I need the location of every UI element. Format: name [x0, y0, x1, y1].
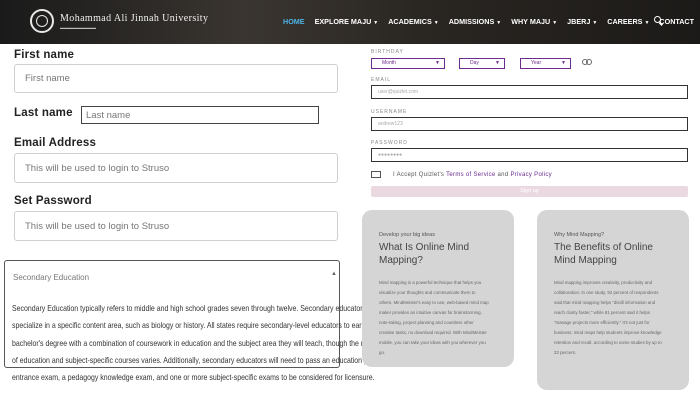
- university-name: Mohammad Ali Jinnah University: [60, 12, 209, 24]
- username-input[interactable]: andrew123: [371, 117, 688, 131]
- signup-email-label: EMAIL: [371, 77, 392, 83]
- email-label: Email Address: [14, 137, 97, 149]
- menu-item-label: HOME: [283, 17, 305, 26]
- menu-item-explore-maju[interactable]: EXPLORE MAJU ▼: [315, 17, 379, 26]
- year-select[interactable]: Year ▼: [520, 58, 571, 69]
- last-name-input[interactable]: Last name: [81, 106, 319, 124]
- menu-item-admissions[interactable]: ADMISSIONS ▼: [449, 17, 501, 26]
- main-menu: HOME EXPLORE MAJU ▼ ACADEMICS ▼ ADMISSIONS ▼ WH…: [283, 17, 700, 26]
- password-label: Set Password: [14, 195, 92, 207]
- first-name-input[interactable]: First name: [14, 64, 338, 93]
- terms-link[interactable]: Terms of Service: [446, 172, 495, 178]
- accept-terms-text: I Accept Quizlet's Terms of Service and …: [393, 172, 552, 178]
- accept-terms-checkbox[interactable]: [371, 171, 381, 178]
- accordion-body-line: bachelor's degree with a combination of …: [12, 338, 385, 348]
- menu-item-home[interactable]: HOME: [283, 17, 305, 26]
- menu-item-label: ADMISSIONS: [448, 17, 495, 26]
- link-icon[interactable]: [582, 59, 592, 66]
- search-icon[interactable]: [654, 16, 663, 26]
- privacy-link[interactable]: Privacy Policy: [510, 172, 552, 178]
- password-input[interactable]: This will be used to login to Struso: [14, 211, 338, 241]
- username-label: USERNAME: [371, 109, 408, 115]
- day-select-value: Day: [470, 60, 479, 66]
- menu-item-why-maju[interactable]: WHY MAJU ▼: [511, 17, 557, 26]
- chevron-down-icon: ▼: [433, 20, 439, 26]
- chevron-down-icon: ▼: [644, 20, 650, 26]
- logo-tagline-graphic: ▬▬▬▬▬▬▬▬▬: [60, 24, 96, 30]
- chevron-down-icon: ▼: [495, 60, 500, 66]
- chevron-down-icon: ▼: [496, 20, 502, 26]
- accept-prefix: I Accept Quizlet's: [393, 172, 445, 178]
- birthday-label: BIRTHDAY: [371, 49, 404, 55]
- menu-item-label: WHY MAJU: [511, 17, 551, 26]
- signup-button[interactable]: Sign up: [371, 186, 688, 197]
- university-logo[interactable]: Mohammad Ali Jinnah University ▬▬▬▬▬▬▬▬▬: [30, 9, 208, 33]
- year-select-value: Year: [531, 60, 542, 66]
- card-title: The Benefits of Online Mind Mapping: [554, 242, 653, 266]
- accordion-body: Secondary Education typically refers to …: [12, 300, 390, 386]
- chevron-down-icon: ▼: [435, 60, 440, 66]
- university-seal-icon: [30, 9, 54, 33]
- menu-item-label: ACADEMICS: [388, 17, 432, 26]
- menu-item-careers[interactable]: CAREERS ▼: [607, 17, 649, 26]
- signup-password-label: PASSWORD: [371, 140, 408, 146]
- accordion-body-line: Secondary Education typically refers to …: [12, 304, 390, 313]
- card-body: Mind mapping improves creativity, produc…: [554, 280, 662, 355]
- top-nav: Mohammad Ali Jinnah University ▬▬▬▬▬▬▬▬▬…: [0, 0, 700, 44]
- chevron-down-icon: ▼: [592, 20, 598, 26]
- signup-email-input[interactable]: user@quizlet.com: [371, 85, 688, 99]
- last-name-placeholder: Last name: [86, 109, 131, 121]
- menu-item-contact[interactable]: CONTACT: [659, 17, 694, 26]
- last-name-label: Last name: [14, 107, 73, 119]
- menu-item-label: EXPLORE MAJU: [314, 17, 372, 26]
- signup-password-input[interactable]: ●●●●●●●●: [371, 148, 688, 162]
- email-placeholder: This will be used to login to Struso: [25, 162, 170, 174]
- card-kicker: Why Mind Mapping?: [554, 232, 605, 238]
- month-select[interactable]: Month ▼: [371, 58, 445, 69]
- card-kicker: Develop your big ideas: [379, 232, 435, 238]
- chevron-down-icon: ▼: [561, 60, 566, 66]
- accordion-title: Secondary Education: [13, 273, 90, 282]
- chevron-up-icon[interactable]: ▲: [331, 271, 337, 277]
- password-placeholder: This will be used to login to Struso: [25, 220, 170, 232]
- email-input[interactable]: This will be used to login to Struso: [14, 153, 338, 183]
- menu-item-label: JBERJ: [567, 17, 591, 26]
- menu-item-label: CAREERS: [607, 17, 643, 26]
- card-body: Mind mapping is a powerful technique tha…: [379, 280, 489, 355]
- menu-item-label: CONTACT: [659, 17, 695, 26]
- menu-item-academics[interactable]: ACADEMICS ▼: [388, 17, 438, 26]
- menu-item-jberj[interactable]: JBERJ ▼: [567, 17, 597, 26]
- accordion-body-line: entrance exam, a pedagogy knowledge exam…: [12, 373, 375, 383]
- day-select[interactable]: Day ▼: [459, 58, 505, 69]
- card-title: What Is Online Mind Mapping?: [379, 242, 470, 266]
- chevron-down-icon: ▼: [552, 20, 558, 26]
- first-name-placeholder: First name: [25, 73, 70, 84]
- accept-and: and: [497, 172, 509, 178]
- accordion-body-line: of education and subject-specific course…: [12, 355, 390, 365]
- first-name-label: First name: [14, 49, 75, 61]
- month-select-value: Month: [382, 60, 396, 66]
- chevron-down-icon: ▼: [373, 20, 379, 26]
- accordion-body-line: specialize in a specific content area, s…: [12, 321, 372, 331]
